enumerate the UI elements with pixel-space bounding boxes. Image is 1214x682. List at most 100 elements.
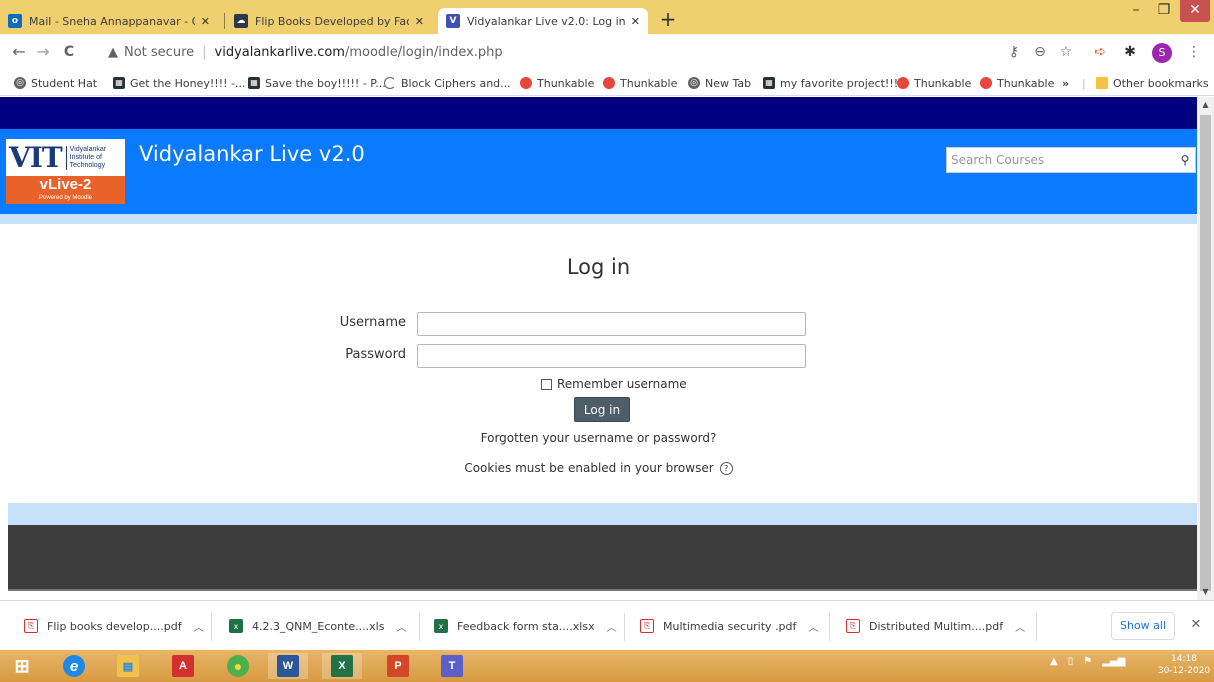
- search-icon[interactable]: ⚲: [1175, 153, 1195, 167]
- download-item[interactable]: x 4.2.3_QNM_Econte....xls ︿: [229, 613, 406, 639]
- show-hidden-icons-icon[interactable]: ▲: [1050, 656, 1058, 667]
- zoom-icon[interactable]: ⊖: [1030, 42, 1050, 62]
- start-button[interactable]: ⊞: [2, 653, 42, 679]
- bookmark-item[interactable]: Thunkable: [897, 75, 971, 91]
- windows-logo-icon: ⊞: [14, 655, 30, 676]
- extension-arrow-icon[interactable]: ➪: [1090, 42, 1110, 62]
- close-icon[interactable]: ✕: [1186, 615, 1206, 635]
- puzzle-icon[interactable]: ✱: [1120, 42, 1140, 62]
- bookmark-item[interactable]: ◎ Student Hat: [14, 75, 97, 91]
- taskbar-app-explorer[interactable]: ▤: [108, 653, 148, 679]
- chevron-up-icon[interactable]: ︿: [808, 619, 818, 634]
- page-scrollbar[interactable]: ▲ ▼: [1197, 97, 1214, 600]
- download-item[interactable]: ⎘ Multimedia security .pdf ︿: [640, 613, 818, 639]
- tab-flip-books[interactable]: ☁ Flip Books Developed by Faculty ✕: [226, 8, 432, 34]
- teams-icon: T: [441, 655, 463, 677]
- tab-title: Mail - Sneha Annappanavar - Ou: [29, 14, 195, 28]
- new-tab-button[interactable]: +: [656, 8, 680, 32]
- show-all-button[interactable]: Show all: [1111, 612, 1175, 640]
- bookmark-item[interactable]: Thunkable: [603, 75, 677, 91]
- bookmark-item[interactable]: ◎ New Tab: [688, 75, 751, 91]
- bookmark-item[interactable]: ▦ my favorite project!!!: [763, 75, 898, 91]
- excel-file-icon: x: [434, 619, 448, 633]
- close-icon[interactable]: ✕: [631, 15, 640, 28]
- bookmarks-overflow-button[interactable]: »: [1062, 75, 1069, 91]
- restore-button[interactable]: ❐: [1150, 0, 1178, 22]
- chevron-up-icon[interactable]: ︿: [1015, 619, 1025, 634]
- logo-top: VIT Vidyalankar Institute of Technology: [6, 139, 125, 176]
- forgot-password-text[interactable]: Forgotten your username or password?: [481, 431, 717, 445]
- chevron-up-icon[interactable]: ︿: [396, 619, 406, 634]
- download-item[interactable]: ⎘ Distributed Multim....pdf ︿: [846, 613, 1025, 639]
- not-secure-label[interactable]: Not secure: [124, 45, 194, 60]
- bookmark-item[interactable]: Thunkable: [520, 75, 594, 91]
- remember-username[interactable]: Remember username: [541, 377, 687, 391]
- tab-vidyalankar-login[interactable]: V Vidyalankar Live v2.0: Log in to th ✕: [438, 8, 648, 34]
- download-item[interactable]: ⎘ Flip books develop....pdf ︿: [24, 613, 204, 639]
- logo-vlive-text: vLive-2: [39, 176, 92, 193]
- remember-checkbox[interactable]: [541, 378, 552, 390]
- bookmark-item[interactable]: Thunkable: [980, 75, 1054, 91]
- taskbar-app-teams[interactable]: T: [432, 653, 472, 679]
- bookmark-item[interactable]: Block Ciphers and...: [384, 75, 511, 91]
- profile-avatar[interactable]: S: [1152, 43, 1172, 63]
- bookmark-item[interactable]: ▦ Get the Honey!!!! -...: [113, 75, 246, 91]
- warning-triangle-icon[interactable]: ▲: [108, 45, 118, 60]
- star-icon[interactable]: ☆: [1056, 42, 1076, 62]
- bookmark-label: Get the Honey!!!! -...: [130, 76, 246, 90]
- browser-tab-strip: o Mail - Sneha Annappanavar - Ou ✕ ☁ Fli…: [0, 0, 1214, 34]
- reload-button[interactable]: C: [58, 41, 80, 63]
- username-input[interactable]: [417, 312, 806, 336]
- grid-icon: ▦: [763, 77, 775, 89]
- top-navbar: [0, 97, 1197, 129]
- tab-mail[interactable]: o Mail - Sneha Annappanavar - Ou ✕: [0, 8, 218, 34]
- forgot-password-link[interactable]: Forgotten your username or password?: [0, 431, 1197, 445]
- window-close-button[interactable]: ✕: [1180, 0, 1210, 22]
- password-input[interactable]: [417, 344, 806, 368]
- taskbar-app-chrome[interactable]: ●: [218, 653, 258, 679]
- close-icon[interactable]: ✕: [201, 15, 210, 28]
- chevron-up-icon[interactable]: ︿: [194, 619, 204, 634]
- taskbar-app-ie[interactable]: e: [54, 653, 94, 679]
- download-item[interactable]: x Feedback form sta....xlsx ︿: [434, 613, 617, 639]
- thunkable-icon: [980, 77, 992, 89]
- help-icon[interactable]: ?: [719, 462, 733, 475]
- chevron-up-icon[interactable]: ︿: [607, 619, 617, 634]
- address-bar[interactable]: ▲ Not secure | vidyalankarlive.com/moodl…: [108, 39, 708, 65]
- login-button[interactable]: Log in: [574, 397, 630, 422]
- footer-band: [8, 503, 1197, 525]
- vit-logo[interactable]: VIT Vidyalankar Institute of Technology …: [6, 139, 125, 204]
- bookmark-item[interactable]: ▦ Save the boy!!!!! - P...: [248, 75, 386, 91]
- remember-label[interactable]: Remember username: [557, 377, 687, 391]
- browser-toolbar: ← → C ▲ Not secure | vidyalankarlive.com…: [0, 34, 1214, 70]
- signal-icon[interactable]: ▂▄▆: [1102, 656, 1125, 667]
- download-name: Feedback form sta....xlsx: [457, 619, 595, 633]
- url-host[interactable]: vidyalankarlive.com: [215, 45, 345, 60]
- other-bookmarks[interactable]: Other bookmarks: [1096, 75, 1209, 91]
- close-icon[interactable]: ✕: [415, 15, 424, 28]
- page-title: Log in: [566, 255, 631, 279]
- taskbar-app-acrobat[interactable]: A: [163, 653, 203, 679]
- word-icon: W: [277, 655, 299, 677]
- download-name: Distributed Multim....pdf: [869, 619, 1004, 633]
- scrollbar-thumb[interactable]: [1200, 115, 1211, 591]
- site-title[interactable]: Vidyalankar Live v2.0: [139, 142, 365, 166]
- key-icon[interactable]: ⚷: [1004, 42, 1024, 62]
- flag-icon[interactable]: ⚑: [1083, 656, 1092, 667]
- back-button[interactable]: ←: [8, 41, 30, 63]
- clock-time: 14:18: [1171, 654, 1197, 664]
- forward-button[interactable]: →: [32, 41, 54, 63]
- taskbar-app-powerpoint[interactable]: P: [378, 653, 418, 679]
- taskbar-app-word[interactable]: W: [268, 653, 308, 679]
- divider: [419, 613, 420, 641]
- minimize-button[interactable]: –: [1122, 0, 1150, 22]
- scroll-up-arrow-icon[interactable]: ▲: [1197, 97, 1214, 113]
- menu-icon[interactable]: ⋮: [1184, 42, 1204, 62]
- taskbar-app-excel[interactable]: X: [322, 653, 362, 679]
- system-clock[interactable]: 14:18 30-12-2020: [1156, 653, 1212, 677]
- url-path[interactable]: /moodle/login/index.php: [345, 45, 503, 60]
- bookmark-label: Thunkable: [537, 76, 595, 90]
- battery-icon[interactable]: ▯: [1068, 656, 1074, 667]
- search-input[interactable]: [947, 148, 1175, 172]
- scroll-down-arrow-icon[interactable]: ▼: [1197, 584, 1214, 600]
